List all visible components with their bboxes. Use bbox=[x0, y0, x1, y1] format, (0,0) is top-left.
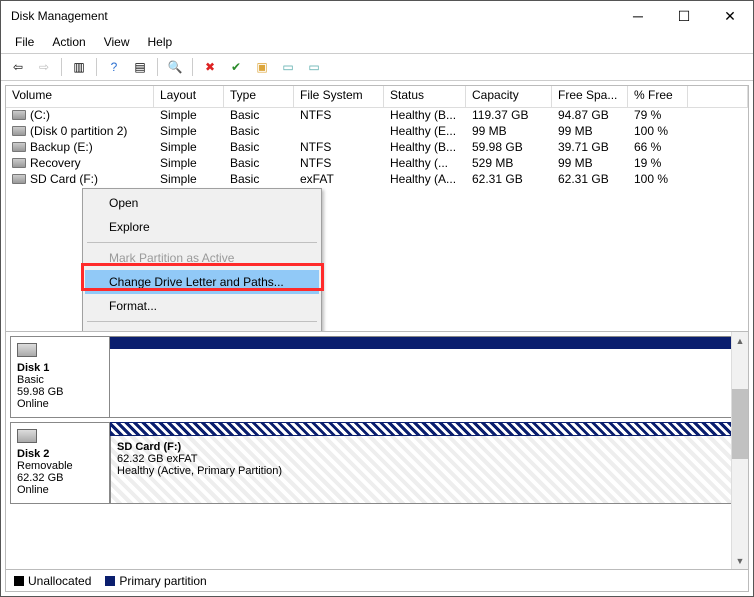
delete-icon[interactable]: ✖ bbox=[199, 56, 221, 78]
disk-row: Disk 2 Removable 62.32 GB Online SD Card… bbox=[10, 422, 744, 504]
maximize-button[interactable]: ☐ bbox=[661, 1, 707, 31]
list-top-icon[interactable]: ▭ bbox=[277, 56, 299, 78]
ctx-extend-volume: Extend Volume... bbox=[85, 325, 319, 332]
col-volume[interactable]: Volume bbox=[6, 86, 154, 107]
menu-action[interactable]: Action bbox=[44, 33, 93, 51]
volume-list[interactable]: Volume Layout Type File System Status Ca… bbox=[6, 86, 748, 332]
col-layout[interactable]: Layout bbox=[154, 86, 224, 107]
disk-row: Disk 1 Basic 59.98 GB Online bbox=[10, 336, 744, 418]
back-icon[interactable]: ⇦ bbox=[7, 56, 29, 78]
menu-view[interactable]: View bbox=[96, 33, 138, 51]
drive-icon bbox=[12, 158, 26, 168]
partition[interactable] bbox=[110, 336, 744, 418]
scroll-up-icon[interactable]: ▲ bbox=[732, 332, 748, 349]
check-icon[interactable]: ✔ bbox=[225, 56, 247, 78]
disk-icon bbox=[17, 429, 37, 443]
col-capacity[interactable]: Capacity bbox=[466, 86, 552, 107]
ctx-mark-active: Mark Partition as Active bbox=[85, 246, 319, 270]
table-row[interactable]: (Disk 0 partition 2)SimpleBasicHealthy (… bbox=[6, 124, 748, 140]
col-status[interactable]: Status bbox=[384, 86, 466, 107]
table-row[interactable]: SD Card (F:)SimpleBasicexFATHealthy (A..… bbox=[6, 172, 748, 188]
scrollbar[interactable]: ▲ ▼ bbox=[731, 332, 748, 569]
window-title: Disk Management bbox=[11, 9, 615, 23]
forward-icon[interactable]: ⇨ bbox=[33, 56, 55, 78]
toolbar: ⇦ ⇨ ▥ ? ▤ 🔍 ✖ ✔ ▣ ▭ ▭ bbox=[1, 53, 753, 81]
disk-icon bbox=[17, 343, 37, 357]
col-filesystem[interactable]: File System bbox=[294, 86, 384, 107]
list-bottom-icon[interactable]: ▭ bbox=[303, 56, 325, 78]
disk-map: Disk 1 Basic 59.98 GB Online Disk 2 Remo… bbox=[6, 332, 748, 569]
partition-size: 62.32 GB exFAT bbox=[117, 453, 198, 465]
ctx-change-drive-letter[interactable]: Change Drive Letter and Paths... bbox=[85, 270, 319, 294]
disk-header[interactable]: Disk 2 Removable 62.32 GB Online bbox=[10, 422, 110, 504]
col-freespace[interactable]: Free Spa... bbox=[552, 86, 628, 107]
partition-title: SD Card (F:) bbox=[117, 441, 181, 453]
new-icon[interactable]: ▣ bbox=[251, 56, 273, 78]
drive-icon bbox=[12, 174, 26, 184]
properties-icon[interactable]: ▤ bbox=[129, 56, 151, 78]
context-menu: Open Explore Mark Partition as Active Ch… bbox=[82, 188, 322, 332]
menubar: File Action View Help bbox=[1, 31, 753, 53]
show-hide-icon[interactable]: ▥ bbox=[68, 56, 90, 78]
drive-icon bbox=[12, 142, 26, 152]
table-row[interactable]: RecoverySimpleBasicNTFSHealthy (...529 M… bbox=[6, 156, 748, 172]
minimize-button[interactable]: ─ bbox=[615, 1, 661, 31]
drive-icon bbox=[12, 126, 26, 136]
partition-selected[interactable]: SD Card (F:) 62.32 GB exFAT Healthy (Act… bbox=[110, 422, 744, 504]
scroll-down-icon[interactable]: ▼ bbox=[732, 552, 748, 569]
partition-status: Healthy (Active, Primary Partition) bbox=[117, 465, 282, 477]
table-row[interactable]: Backup (E:)SimpleBasicNTFSHealthy (B...5… bbox=[6, 140, 748, 156]
table-row[interactable]: (C:)SimpleBasicNTFSHealthy (B...119.37 G… bbox=[6, 108, 748, 124]
close-button[interactable]: ✕ bbox=[707, 1, 753, 31]
menu-help[interactable]: Help bbox=[140, 33, 181, 51]
legend: Unallocated Primary partition bbox=[6, 569, 748, 591]
col-type[interactable]: Type bbox=[224, 86, 294, 107]
col-pctfree[interactable]: % Free bbox=[628, 86, 688, 107]
help-icon[interactable]: ? bbox=[103, 56, 125, 78]
menu-file[interactable]: File bbox=[7, 33, 42, 51]
refresh-icon[interactable]: 🔍 bbox=[164, 56, 186, 78]
drive-icon bbox=[12, 110, 26, 120]
ctx-explore[interactable]: Explore bbox=[85, 215, 319, 239]
scroll-thumb[interactable] bbox=[732, 389, 748, 459]
disk-header[interactable]: Disk 1 Basic 59.98 GB Online bbox=[10, 336, 110, 418]
ctx-format[interactable]: Format... bbox=[85, 294, 319, 318]
ctx-open[interactable]: Open bbox=[85, 191, 319, 215]
